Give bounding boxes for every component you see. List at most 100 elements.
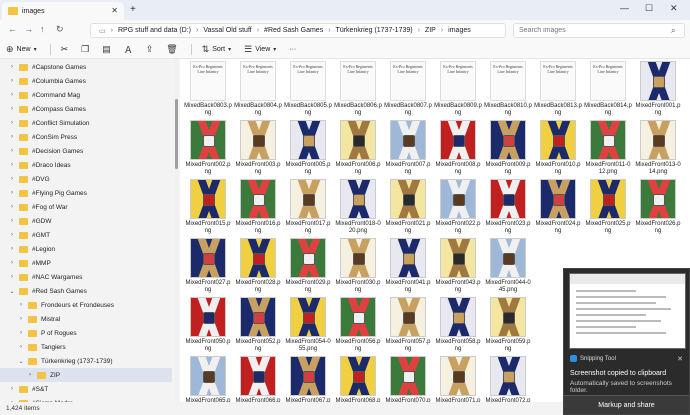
view-button[interactable]: ☰ View ▾	[244, 44, 279, 55]
sidebar-item[interactable]: › #Fog of War	[0, 200, 172, 214]
chevron-right-icon[interactable]: ›	[8, 232, 16, 238]
sidebar-scrollbar[interactable]	[175, 59, 178, 402]
chevron-right-icon[interactable]: ›	[8, 190, 16, 196]
sidebar-scroll-thumb[interactable]	[175, 99, 178, 169]
file-item[interactable]: MixedFront016.png	[234, 179, 282, 237]
file-item[interactable]: MixedFront024.png	[534, 179, 582, 237]
sidebar-item[interactable]: › #Legion	[0, 242, 172, 256]
breadcrumb-item[interactable]: RPG stuff and data (D:)	[118, 27, 191, 34]
chevron-right-icon[interactable]: ›	[17, 330, 25, 336]
sidebar-item[interactable]: › #GMT	[0, 228, 172, 242]
file-item[interactable]: MixedFront071.png	[434, 356, 482, 402]
file-item[interactable]: MixedFront052.png	[234, 297, 282, 355]
close-window-button[interactable]: ✕	[670, 3, 678, 14]
copy-button[interactable]: ❐	[81, 44, 92, 55]
chevron-right-icon[interactable]: ›	[8, 246, 16, 252]
file-item[interactable]: MixedFront010.png	[534, 120, 582, 178]
chevron-right-icon[interactable]: ›	[8, 106, 16, 112]
file-item[interactable]: Ex-Pro Regiments Line Infantry MixedBack0…	[284, 61, 332, 119]
markup-and-share-button[interactable]: Markup and share	[564, 395, 689, 414]
toast-close-button[interactable]: ✕	[677, 355, 683, 363]
file-item[interactable]: MixedFront029.png	[284, 238, 332, 296]
file-item[interactable]: MixedFront017.png	[284, 179, 332, 237]
file-item[interactable]: Ex-Pro Regiments Line Infantry MixedBack0…	[434, 61, 482, 119]
file-item[interactable]: MixedFront021.png	[384, 179, 432, 237]
file-item[interactable]: MixedFront050.png	[184, 297, 232, 355]
chevron-right-icon[interactable]: ›	[8, 78, 16, 84]
chevron-right-icon[interactable]: ›	[8, 92, 16, 98]
sidebar-item[interactable]: › #Draco Ideas	[0, 158, 172, 172]
file-item[interactable]: Ex-Pro Regiments Line Infantry MixedBack0…	[234, 61, 282, 119]
sidebar-item[interactable]: › #ConSim Press	[0, 130, 172, 144]
minimize-button[interactable]: —	[620, 3, 629, 13]
breadcrumb-item[interactable]: Vassal Old stuff	[203, 27, 251, 34]
search-input[interactable]	[519, 27, 669, 34]
file-item[interactable]: MixedFront001.png	[634, 61, 682, 119]
file-item[interactable]: MixedFront009.png	[484, 120, 532, 178]
chevron-down-icon[interactable]: ⌄	[8, 288, 16, 295]
new-button[interactable]: ⊕ New ▾	[6, 44, 40, 55]
paste-button[interactable]: ▤	[102, 44, 114, 55]
search-box[interactable]: ⌕	[513, 23, 685, 38]
sidebar-item[interactable]: › Mistral	[0, 312, 172, 326]
chevron-right-icon[interactable]: ›	[8, 162, 16, 168]
sidebar-item[interactable]: › #Compass Games	[0, 102, 172, 116]
file-item[interactable]: MixedFront018-020.png	[334, 179, 382, 237]
file-item[interactable]: MixedFront025.png	[584, 179, 632, 237]
chevron-right-icon[interactable]: ›	[8, 176, 16, 182]
file-item[interactable]: MixedFront026.png	[634, 179, 682, 237]
sidebar-item[interactable]: › Frondeurs et Frondeuses	[0, 298, 172, 312]
file-item[interactable]: MixedFront072.png	[484, 356, 532, 402]
chevron-right-icon[interactable]: ›	[17, 302, 25, 308]
file-item[interactable]: MixedFront067.png	[284, 356, 332, 402]
file-item[interactable]: MixedFront070.png	[384, 356, 432, 402]
file-item[interactable]: Ex-Pro Regiments Line Infantry MixedBack0…	[184, 61, 232, 119]
file-item[interactable]: MixedFront007.png	[384, 120, 432, 178]
forward-arrow-icon[interactable]: →	[24, 24, 33, 34]
file-item[interactable]: Ex-Pro Regiments Line Infantry MixedBack0…	[334, 61, 382, 119]
more-options-button[interactable]: ···	[289, 46, 296, 53]
rename-button[interactable]: Ａ	[124, 43, 136, 56]
file-item[interactable]: MixedFront015.png	[184, 179, 232, 237]
chevron-right-icon[interactable]: ›	[8, 148, 16, 154]
sidebar-item[interactable]: ⌄ Türkenkrieg (1737-1739)	[0, 354, 172, 368]
chevron-right-icon[interactable]: ›	[8, 134, 16, 140]
snipping-notification[interactable]: Snipping Tool ✕ Screenshot copied to cli…	[563, 268, 690, 415]
sidebar-item[interactable]: › #DVG	[0, 172, 172, 186]
screenshot-preview[interactable]	[569, 273, 686, 349]
file-item[interactable]: MixedFront066.png	[234, 356, 282, 402]
chevron-right-icon[interactable]: ›	[26, 372, 34, 378]
file-item[interactable]: MixedFront030.png	[334, 238, 382, 296]
chevron-right-icon[interactable]: ›	[17, 344, 25, 350]
file-item[interactable]: MixedFront011-012.png	[584, 120, 632, 178]
sidebar-item[interactable]: › #S&T	[0, 382, 172, 396]
file-item[interactable]: MixedFront008.png	[434, 120, 482, 178]
file-item[interactable]: MixedFront028.png	[234, 238, 282, 296]
file-item[interactable]: MixedFront068.png	[334, 356, 382, 402]
breadcrumb-item[interactable]: images	[448, 27, 471, 34]
file-item[interactable]: MixedFront065.png	[184, 356, 232, 402]
file-item[interactable]: MixedFront027.png	[184, 238, 232, 296]
sidebar-item[interactable]: › #Columbia Games	[0, 74, 172, 88]
file-item[interactable]: Ex-Pro Regiments Line Infantry MixedBack0…	[484, 61, 532, 119]
tab-close-button[interactable]: ✕	[111, 6, 118, 15]
sidebar-item[interactable]: › #NAC Wargames	[0, 270, 172, 284]
file-item[interactable]: MixedFront013-014.png	[634, 120, 682, 178]
file-item[interactable]: MixedFront043.png	[434, 238, 482, 296]
new-tab-button[interactable]: +	[130, 4, 136, 15]
file-item[interactable]: MixedFront058.png	[434, 297, 482, 355]
chevron-right-icon[interactable]: ›	[8, 218, 16, 224]
file-item[interactable]: MixedFront057.png	[384, 297, 432, 355]
sidebar-item[interactable]: › #Conflict Simulation	[0, 116, 172, 130]
file-item[interactable]: MixedFront022.png	[434, 179, 482, 237]
breadcrumb[interactable]: ▭ › RPG stuff and data (D:) › Vassal Old…	[90, 23, 506, 38]
chevron-right-icon[interactable]: ›	[8, 120, 16, 126]
file-item[interactable]: Ex-Pro Regiments Line Infantry MixedBack0…	[534, 61, 582, 119]
breadcrumb-item[interactable]: Türkenkrieg (1737-1739)	[336, 27, 413, 34]
file-item[interactable]: MixedFront041.png	[384, 238, 432, 296]
sidebar-item[interactable]: › #Flying Pig Games	[0, 186, 172, 200]
sidebar-item[interactable]: › ZIP	[0, 368, 172, 382]
file-item[interactable]: MixedFront054-055.png	[284, 297, 332, 355]
sidebar-item[interactable]: › #Capstone Games	[0, 60, 172, 74]
tab-images[interactable]: images ✕	[2, 2, 124, 20]
